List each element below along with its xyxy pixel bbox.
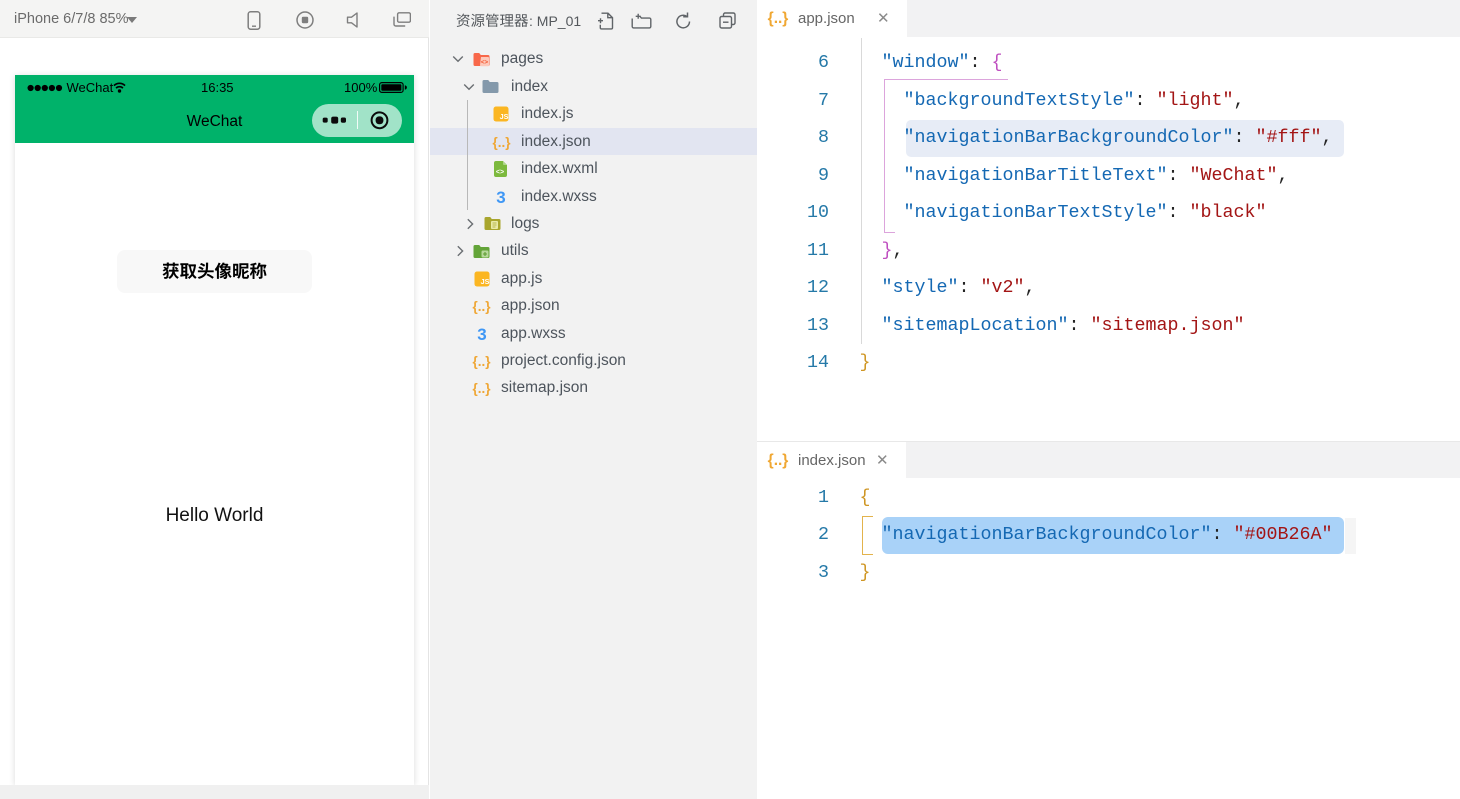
svg-text:{..}: {..}: [472, 382, 491, 397]
svg-text:{..}: {..}: [472, 299, 491, 314]
svg-text:{..}: {..}: [472, 354, 491, 369]
svg-text:{..}: {..}: [768, 452, 789, 469]
svg-text:JS: JS: [481, 277, 490, 286]
svg-text:<>: <>: [496, 169, 504, 176]
svg-text:3: 3: [496, 189, 505, 205]
svg-text:{..}: {..}: [768, 10, 789, 27]
svg-text:<>: <>: [481, 59, 489, 66]
svg-text:JS: JS: [500, 112, 509, 121]
svg-text:{..}: {..}: [492, 135, 511, 150]
svg-text:3: 3: [477, 326, 486, 342]
